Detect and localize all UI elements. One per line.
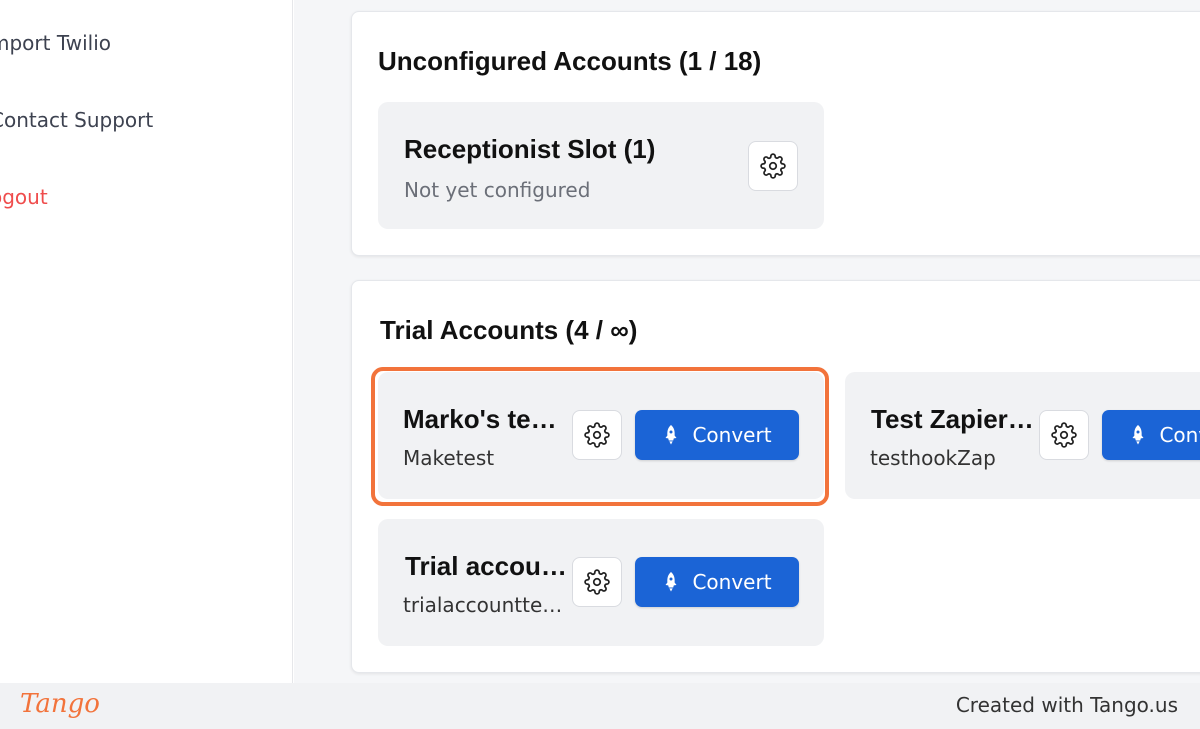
convert-button[interactable]: Convert (635, 410, 799, 460)
settings-button[interactable] (748, 141, 798, 191)
gear-icon (584, 569, 610, 595)
brand-logo: Tango (20, 689, 100, 719)
account-name: Receptionist Slot (1) (404, 134, 656, 164)
footer-credit: Created with Tango.us (955, 693, 1178, 717)
gear-icon (1051, 422, 1077, 448)
rocket-icon (665, 425, 677, 445)
sidebar-item-logout[interactable]: ogout (0, 185, 48, 209)
account-subtitle: Maketest (403, 446, 495, 470)
rocket-icon (665, 572, 677, 592)
account-subtitle: testhookZap (870, 446, 996, 470)
sidebar-item-contact-support[interactable]: Contact Support (0, 108, 153, 132)
sidebar: mport Twilio Contact Support ogout (0, 0, 293, 683)
rocket-icon (1132, 425, 1144, 445)
trial-accounts-section: Trial Accounts (4 / ∞) Marko's test acco… (351, 280, 1200, 673)
gear-icon (760, 153, 786, 179)
account-name: Marko's test account (403, 404, 571, 434)
unconfigured-accounts-section: Unconfigured Accounts (1 / 18) Reception… (351, 11, 1200, 256)
settings-button[interactable] (572, 557, 622, 607)
footer: Tango Created with Tango.us (0, 683, 1200, 729)
main-content: Unconfigured Accounts (1 / 18) Reception… (294, 0, 1200, 683)
convert-label: Convert (1159, 423, 1200, 447)
convert-button[interactable]: Convert (1102, 410, 1200, 460)
convert-label: Convert (692, 570, 772, 594)
account-card: Test Zapier account testhookZap Convert (845, 372, 1200, 499)
gear-icon (584, 422, 610, 448)
account-card: Receptionist Slot (1) Not yet configured (378, 102, 824, 229)
account-card: Marko's test account Maketest Convert (378, 372, 824, 499)
sidebar-item-import-twilio[interactable]: mport Twilio (0, 31, 111, 55)
account-name: Test Zapier account (871, 404, 1037, 434)
account-subtitle: Not yet configured (404, 178, 591, 202)
convert-label: Convert (692, 423, 772, 447)
settings-button[interactable] (1039, 410, 1089, 460)
account-name: Trial account test (405, 551, 571, 581)
account-card: Trial account test trialaccounttest123 C… (378, 519, 824, 646)
account-subtitle: trialaccounttest123 (403, 593, 571, 617)
trial-accounts-title: Trial Accounts (4 / ∞) (380, 315, 638, 345)
convert-button[interactable]: Convert (635, 557, 799, 607)
settings-button[interactable] (572, 410, 622, 460)
unconfigured-accounts-title: Unconfigured Accounts (1 / 18) (378, 46, 762, 76)
